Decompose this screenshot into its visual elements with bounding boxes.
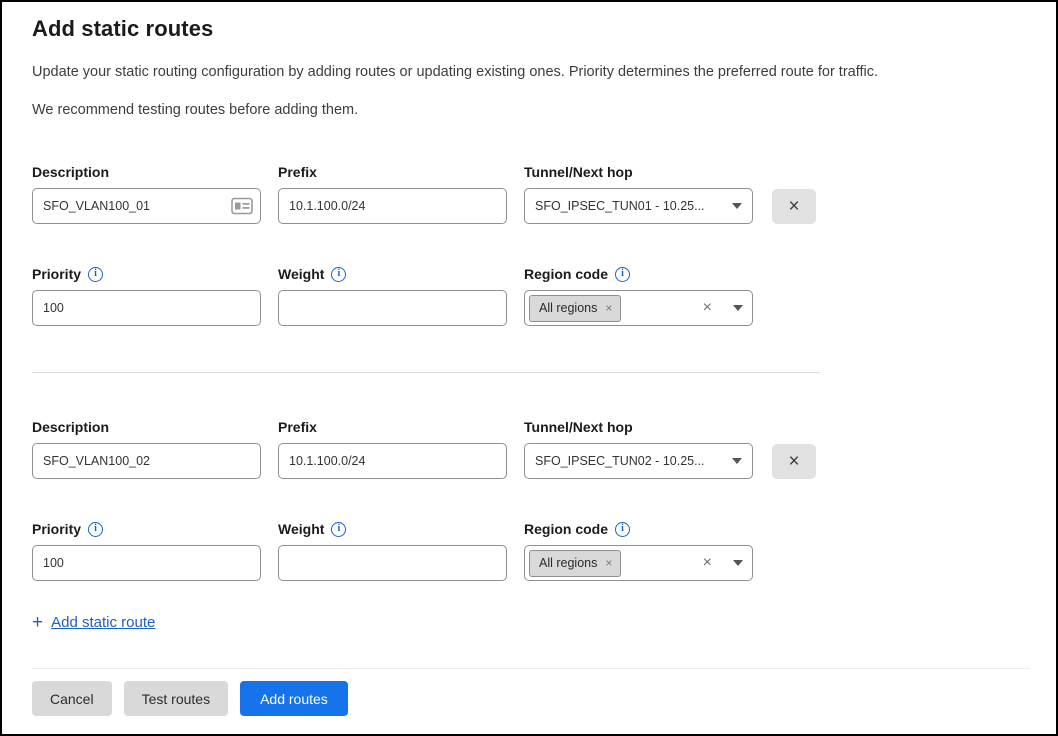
entry-divider bbox=[32, 372, 820, 373]
region-tag-chip: All regions × bbox=[529, 295, 621, 322]
region-label: Region code bbox=[524, 521, 608, 537]
info-icon[interactable]: i bbox=[331, 267, 346, 282]
priority-field-group: Priority i bbox=[32, 266, 261, 326]
priority-label: Priority bbox=[32, 266, 81, 282]
tunnel-label: Tunnel/Next hop bbox=[524, 164, 753, 180]
region-label: Region code bbox=[524, 266, 608, 282]
description-field-group: Description bbox=[32, 164, 261, 224]
add-routes-button[interactable]: Add routes bbox=[240, 681, 348, 716]
priority-field-group: Priority i bbox=[32, 521, 261, 581]
chevron-down-icon bbox=[732, 203, 742, 209]
tunnel-label: Tunnel/Next hop bbox=[524, 419, 753, 435]
description-label: Description bbox=[32, 419, 261, 435]
region-tag-chip: All regions × bbox=[529, 550, 621, 577]
weight-input[interactable] bbox=[278, 545, 507, 581]
tunnel-select[interactable]: SFO_IPSEC_TUN01 - 10.25... bbox=[524, 188, 753, 224]
weight-field-group: Weight i bbox=[278, 266, 507, 326]
description-field-group: Description bbox=[32, 419, 261, 479]
tunnel-select-value: SFO_IPSEC_TUN02 - 10.25... bbox=[535, 454, 724, 468]
region-field-group: Region code i All regions × × bbox=[524, 266, 753, 326]
x-icon: × bbox=[788, 451, 799, 473]
region-field-group: Region code i All regions × × bbox=[524, 521, 753, 581]
info-icon[interactable]: i bbox=[615, 267, 630, 282]
info-icon[interactable]: i bbox=[88, 522, 103, 537]
info-icon[interactable]: i bbox=[88, 267, 103, 282]
prefix-label: Prefix bbox=[278, 164, 507, 180]
remove-route-button[interactable]: × bbox=[772, 189, 816, 224]
priority-label: Priority bbox=[32, 521, 81, 537]
add-static-routes-dialog: Add static routes Update your static rou… bbox=[2, 2, 1056, 716]
contact-card-icon bbox=[231, 198, 253, 215]
tunnel-select[interactable]: SFO_IPSEC_TUN02 - 10.25... bbox=[524, 443, 753, 479]
chevron-down-icon bbox=[733, 305, 743, 311]
prefix-input[interactable] bbox=[278, 443, 507, 479]
region-tag-label: All regions bbox=[539, 301, 597, 315]
test-routes-button[interactable]: Test routes bbox=[124, 681, 228, 716]
tag-remove-icon[interactable]: × bbox=[605, 302, 612, 314]
route-entry-2: Description Prefix Tunnel/Next hop SFO_I… bbox=[32, 419, 1026, 581]
weight-label: Weight bbox=[278, 521, 324, 537]
prefix-field-group: Prefix bbox=[278, 164, 507, 224]
chevron-down-icon bbox=[732, 458, 742, 464]
prefix-input[interactable] bbox=[278, 188, 507, 224]
region-tag-label: All regions bbox=[539, 556, 597, 570]
description-input[interactable] bbox=[32, 188, 261, 224]
clear-icon[interactable]: × bbox=[703, 555, 712, 571]
weight-input[interactable] bbox=[278, 290, 507, 326]
footer-actions: Cancel Test routes Add routes bbox=[32, 681, 1026, 716]
add-static-route-link[interactable]: Add static route bbox=[51, 614, 155, 631]
footer-divider bbox=[32, 668, 1030, 669]
clear-icon[interactable]: × bbox=[703, 300, 712, 316]
dialog-note: We recommend testing routes before addin… bbox=[32, 102, 1026, 118]
region-multiselect[interactable]: All regions × × bbox=[524, 545, 753, 581]
priority-input[interactable] bbox=[32, 545, 261, 581]
description-label: Description bbox=[32, 164, 261, 180]
info-icon[interactable]: i bbox=[615, 522, 630, 537]
weight-field-group: Weight i bbox=[278, 521, 507, 581]
tunnel-field-group: Tunnel/Next hop SFO_IPSEC_TUN02 - 10.25.… bbox=[524, 419, 753, 479]
page-title: Add static routes bbox=[32, 16, 1026, 42]
route-entry-1: Description Prefix Tunne bbox=[32, 164, 1026, 326]
priority-input[interactable] bbox=[32, 290, 261, 326]
description-input[interactable] bbox=[32, 443, 261, 479]
tag-remove-icon[interactable]: × bbox=[605, 557, 612, 569]
remove-route-button[interactable]: × bbox=[772, 444, 816, 479]
chevron-down-icon bbox=[733, 560, 743, 566]
dialog-description: Update your static routing configuration… bbox=[32, 64, 1026, 80]
tunnel-select-value: SFO_IPSEC_TUN01 - 10.25... bbox=[535, 199, 724, 213]
weight-label: Weight bbox=[278, 266, 324, 282]
x-icon: × bbox=[788, 196, 799, 218]
prefix-label: Prefix bbox=[278, 419, 507, 435]
plus-icon: + bbox=[32, 613, 43, 632]
prefix-field-group: Prefix bbox=[278, 419, 507, 479]
cancel-button[interactable]: Cancel bbox=[32, 681, 112, 716]
info-icon[interactable]: i bbox=[331, 522, 346, 537]
region-multiselect[interactable]: All regions × × bbox=[524, 290, 753, 326]
add-static-route-row: + Add static route bbox=[32, 613, 1026, 632]
tunnel-field-group: Tunnel/Next hop SFO_IPSEC_TUN01 - 10.25.… bbox=[524, 164, 753, 224]
